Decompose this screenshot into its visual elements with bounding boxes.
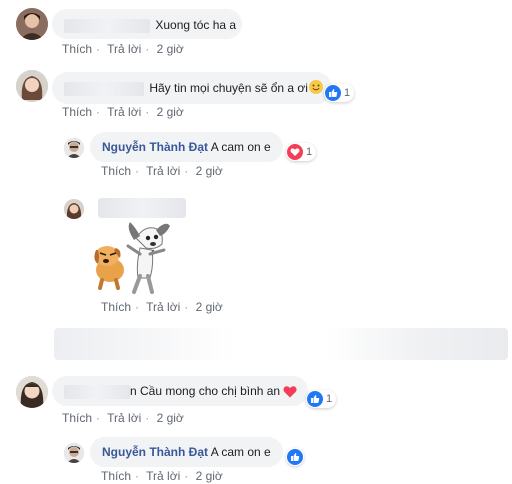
comment-actions: Thích · Trả lời · 2 giờ [101, 469, 223, 483]
reaction-count[interactable]: 1 [306, 390, 337, 408]
blurred-author-name [64, 18, 150, 33]
avatar[interactable] [64, 443, 84, 463]
like-link[interactable]: Thích [62, 411, 92, 425]
comment-actions: Thích · Trả lời · 2 giờ [101, 300, 223, 314]
reply-bubble: Nguyễn Thành Đạt A cam on e [90, 437, 283, 467]
reply-link[interactable]: Trả lời [146, 164, 180, 178]
comment-actions: Thích · Trả lời · 2 giờ [62, 105, 184, 119]
comment-text: A cam on e [210, 445, 271, 459]
author-name[interactable]: Nguyễn Thành Đạt [102, 445, 208, 459]
like-icon [307, 391, 323, 407]
blurred-author-name [98, 198, 186, 218]
avatar[interactable] [64, 138, 84, 158]
heart-reaction-icon [287, 144, 303, 160]
reply-link[interactable]: Trả lời [107, 105, 141, 119]
author-name[interactable]: Nguyễn Thành Đạt [102, 140, 208, 154]
timestamp[interactable]: 2 giờ [196, 300, 223, 314]
blurred-author-name [64, 384, 130, 399]
timestamp[interactable]: 2 giờ [196, 164, 223, 178]
timestamp[interactable]: 2 giờ [196, 469, 223, 483]
timestamp[interactable]: 2 giờ [157, 411, 184, 425]
avatar[interactable] [16, 376, 48, 408]
smile-emoji-icon [308, 80, 323, 94]
like-icon [287, 449, 303, 465]
avatar[interactable] [16, 8, 48, 40]
comment-actions: Thích · Trả lời · 2 giờ [62, 42, 184, 56]
reply-input[interactable] [54, 328, 508, 360]
reply-bubble: Nguyễn Thành Đạt A cam on e [90, 132, 283, 162]
dog-sticker [90, 220, 172, 296]
like-icon [325, 85, 341, 101]
like-link[interactable]: Thích [62, 105, 92, 119]
comment-bubble: Xuong tóc ha a [52, 9, 242, 39]
like-link[interactable]: Thích [101, 164, 131, 178]
comment-text: A cam on e [210, 140, 271, 154]
avatar[interactable] [64, 199, 84, 219]
comment-bubble: n Cầu mong cho chị bình an [52, 376, 308, 406]
reaction-count[interactable]: 1 [324, 84, 355, 102]
reply-link[interactable]: Trả lời [146, 300, 180, 314]
reply-link[interactable]: Trả lời [146, 469, 180, 483]
comment-text: Hãy tin mọi chuyện sẽ ổn a ơi [149, 81, 308, 95]
avatar[interactable] [16, 70, 48, 102]
heart-emoji-icon [283, 385, 297, 402]
comment-text: Xuong tóc ha a [155, 18, 237, 32]
comment-actions: Thích · Trả lời · 2 giờ [62, 411, 184, 425]
blurred-author-name [64, 81, 144, 96]
timestamp[interactable]: 2 giờ [157, 105, 184, 119]
comment-actions: Thích · Trả lời · 2 giờ [101, 164, 223, 178]
reply-link[interactable]: Trả lời [107, 42, 141, 56]
reaction-count[interactable]: 1 [286, 143, 317, 161]
like-link[interactable]: Thích [62, 42, 92, 56]
reaction-icon[interactable] [286, 448, 304, 466]
like-link[interactable]: Thích [101, 469, 131, 483]
like-link[interactable]: Thích [101, 300, 131, 314]
comment-bubble: Hãy tin mọi chuyện sẽ ổn a ơi [52, 72, 332, 104]
comment-text: n Cầu mong cho chị bình an [130, 384, 281, 398]
reply-link[interactable]: Trả lời [107, 411, 141, 425]
timestamp[interactable]: 2 giờ [157, 42, 184, 56]
